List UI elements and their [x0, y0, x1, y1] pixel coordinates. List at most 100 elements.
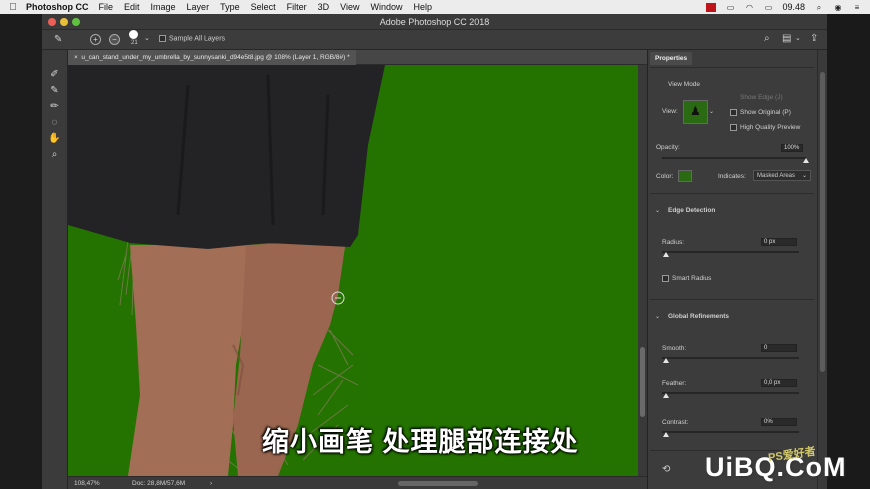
zoom-tool-icon[interactable]: ⌕ [48, 148, 61, 161]
chevron-down-icon[interactable]: ⌄ [144, 34, 150, 42]
silhouette-icon: ♟ [690, 104, 701, 118]
battery-icon[interactable]: ▭ [763, 3, 773, 12]
add-mode-button[interactable]: + [90, 34, 101, 45]
smooth-slider-knob[interactable] [663, 358, 669, 363]
chevron-down-icon[interactable]: ⌄ [655, 313, 660, 320]
view-label: View: [662, 108, 678, 115]
doc-info[interactable]: Doc: 28,8M/57,6M [132, 480, 185, 487]
app-status-icon[interactable] [706, 2, 717, 12]
canvas-vertical-scrollbar[interactable] [638, 65, 647, 476]
feather-field[interactable]: 0,0 px [761, 379, 797, 387]
indicates-label: Indicates: [718, 173, 746, 180]
menu-filter[interactable]: Filter [287, 2, 307, 12]
reset-icon[interactable]: ⟲ [662, 464, 670, 475]
chevron-down-icon[interactable]: ⌄ [709, 108, 714, 115]
zoom-window-button[interactable] [72, 18, 80, 26]
opacity-slider-track[interactable] [662, 157, 806, 159]
menu-help[interactable]: Help [413, 2, 432, 12]
global-refinements-header[interactable]: Global Refinements [668, 313, 729, 320]
close-window-button[interactable] [48, 18, 56, 26]
refine-brush-icon[interactable]: ✎ [54, 34, 62, 45]
chevron-down-icon[interactable]: ⌄ [795, 34, 801, 42]
contrast-slider-knob[interactable] [663, 432, 669, 437]
menu-3d[interactable]: 3D [318, 2, 330, 12]
zoom-level[interactable]: 108,47% [74, 480, 100, 487]
show-edge-option[interactable]: Show Edge (J) [740, 94, 783, 101]
display-icon[interactable]: ▭ [725, 3, 735, 12]
smooth-label: Smooth: [662, 345, 687, 352]
contrast-slider-track[interactable] [662, 431, 799, 433]
sample-all-layers-label: Sample All Layers [169, 35, 226, 43]
chevron-down-icon: ⌄ [801, 173, 807, 179]
radius-field[interactable]: 0 px [761, 238, 797, 246]
list-icon[interactable]: ≡ [852, 3, 862, 12]
properties-tab[interactable]: Properties [650, 52, 693, 65]
smart-radius-checkbox[interactable]: Smart Radius [662, 275, 711, 282]
share-icon[interactable]: ⇪ [810, 33, 818, 44]
screen-margin [827, 14, 870, 489]
skirt [68, 65, 385, 249]
subtract-mode-button[interactable]: − [109, 34, 120, 45]
menu-file[interactable]: File [99, 2, 114, 12]
scrollbar-thumb[interactable] [820, 72, 825, 372]
checkbox-box [730, 124, 737, 131]
clock[interactable]: 09.48 [782, 2, 805, 12]
brush-preview-icon[interactable] [129, 30, 138, 39]
minimize-window-button[interactable] [60, 18, 68, 26]
search-icon[interactable]: ⌕ [764, 33, 770, 44]
brush-tool-icon[interactable]: ✏ [48, 100, 61, 113]
menu-view[interactable]: View [340, 2, 359, 12]
app-menu[interactable]: Photoshop CC [26, 2, 89, 12]
show-original-checkbox[interactable]: Show Original (P) [730, 109, 791, 116]
siri-icon[interactable]: ◉ [833, 3, 843, 12]
canvas-image [68, 65, 638, 476]
status-icons: ▭ ◠ ▭ 09.48 ⌕ ◉ ≡ [706, 2, 870, 12]
panel-scrollbar[interactable] [817, 50, 827, 489]
menu-edit[interactable]: Edit [124, 2, 140, 12]
view-mode-label: View Mode [668, 81, 701, 88]
edge-detection-header[interactable]: Edge Detection [668, 207, 715, 214]
menu-window[interactable]: Window [370, 2, 402, 12]
search-icon[interactable]: ⌕ [814, 3, 824, 12]
scrollbar-thumb[interactable] [640, 347, 645, 417]
wifi-icon[interactable]: ◠ [744, 3, 754, 12]
opacity-slider-knob[interactable] [803, 158, 809, 163]
refine-edge-brush-icon[interactable]: ✎ [48, 84, 61, 97]
contrast-field[interactable]: 0% [761, 418, 797, 426]
smooth-field[interactable]: 0 [761, 344, 797, 352]
brush-size[interactable]: 21 [131, 40, 138, 46]
apple-icon[interactable]:  [0, 2, 26, 13]
high-quality-label: High Quality Preview [740, 124, 801, 132]
left-leg [128, 245, 248, 476]
chevron-right-icon[interactable]: › [210, 480, 212, 487]
opacity-label: Opacity: [656, 144, 680, 151]
divider [650, 67, 814, 68]
properties-panel: Properties View Mode View: ♟ ⌄ Show Edge… [647, 50, 817, 489]
chevron-down-icon[interactable]: ⌄ [655, 207, 660, 214]
sample-all-layers-checkbox[interactable]: Sample All Layers [159, 35, 225, 42]
document-tab[interactable]: × u_can_stand_under_my_umbrella_by_sunny… [68, 50, 356, 65]
hand-tool-icon[interactable]: ✋ [48, 132, 61, 145]
indicates-select[interactable]: Masked Areas ⌄ [753, 170, 811, 181]
canvas[interactable] [68, 65, 638, 476]
quick-selection-tool-icon[interactable]: ✐ [48, 68, 61, 81]
radius-slider-knob[interactable] [663, 252, 669, 257]
menu-image[interactable]: Image [151, 2, 176, 12]
lasso-tool-icon[interactable]: ◌ [48, 116, 61, 129]
view-mode-thumbnail[interactable]: ♟ [683, 100, 708, 124]
radius-slider-track[interactable] [662, 251, 799, 253]
document-tabs: × u_can_stand_under_my_umbrella_by_sunny… [68, 50, 647, 65]
horizontal-scrollbar-thumb[interactable] [398, 481, 478, 486]
high-quality-checkbox[interactable]: High Quality Preview [730, 124, 800, 131]
close-icon[interactable]: × [74, 54, 78, 61]
overlay-color-swatch[interactable] [678, 170, 692, 182]
workspace-icon[interactable]: ▤ [782, 33, 791, 44]
feather-slider-track[interactable] [662, 392, 799, 394]
feather-label: Feather: [662, 380, 687, 387]
menu-select[interactable]: Select [251, 2, 276, 12]
opacity-field[interactable]: 100% [781, 144, 803, 152]
feather-slider-knob[interactable] [663, 393, 669, 398]
menu-layer[interactable]: Layer [187, 2, 210, 12]
menu-type[interactable]: Type [220, 2, 240, 12]
smooth-slider-track[interactable] [662, 357, 799, 359]
